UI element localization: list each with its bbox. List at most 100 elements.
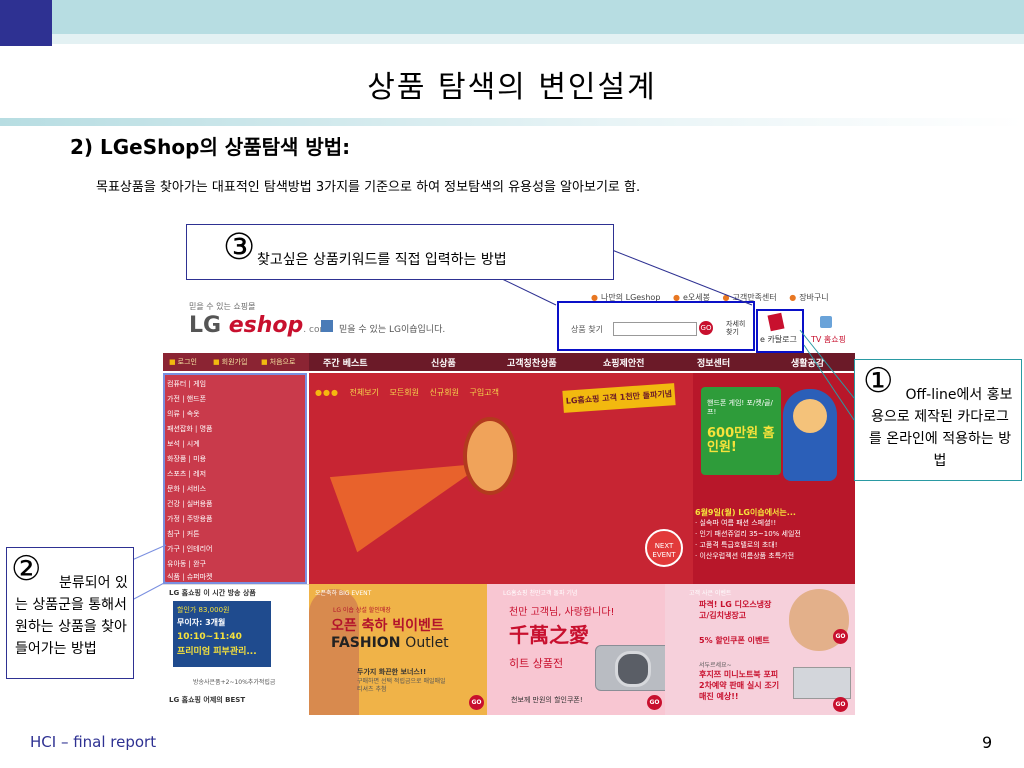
hurry-text: 서두르세요~ [699, 662, 732, 669]
callout-keyword-search: ③ 찾고싶은 상품키워드를 직접 입력하는 방법 [186, 224, 614, 280]
slide-top-band-light [52, 34, 1024, 44]
search-go-button[interactable]: GO [699, 321, 713, 335]
event-title: 천만 고객님, 사랑합니다! [509, 607, 615, 618]
slide-title: 상품 탐색의 변인설계 [367, 70, 657, 105]
banner-tab-new-members[interactable]: 신규회원 [430, 388, 459, 397]
nav-login[interactable]: 로그인 [169, 357, 197, 367]
event-hanja-title: 千萬之愛 [509, 623, 589, 647]
e-catalog-link[interactable]: e 카탈로그 [760, 334, 797, 345]
event-tag: 고객 사은 이벤트 [689, 590, 732, 597]
banner-tab-buyers[interactable]: 구입고객 [470, 388, 499, 397]
category-item[interactable]: 가전 | 핸드폰 [167, 394, 206, 404]
detailed-search-link[interactable]: 자세히 찾기 [726, 320, 750, 336]
callout-catalog: ① Off-line에서 홍보용으로 제작된 카다로그를 온라인에 적용하는 방… [854, 359, 1022, 481]
live-installment: 무이자: 3개월 [177, 618, 226, 627]
category-item[interactable]: 가정 | 주방용품 [167, 514, 212, 524]
event-bonus-desc: 구매하면 선택 적립금으로 매일매일 티셔츠 추첨 [357, 678, 446, 693]
category-item[interactable]: 의류 | 속옷 [167, 409, 200, 419]
slide-corner-block [0, 0, 52, 46]
camera-lens [615, 651, 651, 687]
promo-list: 6월9일(월) LG이숍에서는... · 실속파 여름 패션 스페셜!! · 인… [695, 507, 855, 562]
lgeshop-logo[interactable]: LG eshop. com [189, 313, 328, 338]
live-time: 10:10~11:40 [177, 632, 242, 642]
slide-title-underline-band [0, 118, 1024, 126]
callout-text: 분류되어 있는 상품군을 통해서 원하는 상품을 찾아 들어가는 방법 [15, 575, 128, 657]
lgeshop-screenshot: 믿을 수 있는 쇼핑몰 LG eshop. com 믿을 수 있는 LG이숍입니… [163, 289, 855, 715]
event-tag: 오픈축하 BIG EVENT [315, 590, 372, 597]
monitor-icon [321, 320, 333, 332]
nav-info-center[interactable]: 정보센터 [697, 356, 730, 369]
catalog-book-icon[interactable] [767, 312, 785, 332]
callout-text: Off-line에서 홍보용으로 제작된 카다로그를 온라인에 적용하는 방법 [868, 387, 1013, 469]
tv-home-shopping-link[interactable]: TV 홈쇼핑 [811, 334, 846, 345]
event-subtitle: LG 이숍 상설 할인매장 [333, 607, 391, 614]
category-item[interactable]: 스포츠 | 레저 [167, 469, 206, 479]
banner-tabs: ●●● 전체보기 모든회원 신규회원 구입고객 [315, 387, 507, 398]
category-item[interactable]: 유아동 | 완구 [167, 559, 206, 569]
category-item[interactable]: 식품 | 슈퍼마켓 [167, 572, 212, 582]
nav-customer-praise[interactable]: 고객칭찬상품 [507, 356, 557, 369]
nav-home[interactable]: 처음으로 [261, 357, 296, 367]
category-item[interactable]: 컴퓨터 | 게임 [167, 379, 206, 389]
category-item[interactable]: 건강 | 실버용품 [167, 499, 212, 509]
category-item[interactable]: 침구 | 커튼 [167, 529, 200, 539]
category-item[interactable]: 패션잡화 | 명품 [167, 424, 212, 434]
event-title: 오픈 축하 빅이벤트 [331, 618, 444, 634]
go-button[interactable]: GO [469, 695, 484, 710]
category-item[interactable]: 문화 | 서비스 [167, 484, 206, 494]
promo-small-text: 핸드폰 게임! 포/켓/골/프! [707, 399, 773, 416]
coupon-text: 천보께 만원의 할인쿠폰! [511, 696, 583, 704]
go-button[interactable]: GO [833, 629, 848, 644]
promo-list-item[interactable]: · 이산우럽젝션 여름상품 초특가전 [695, 551, 855, 562]
megaphone-bell [463, 417, 517, 495]
hit-product-text: 히트 상품전 [509, 657, 564, 670]
page-number: 9 [982, 733, 993, 752]
go-button[interactable]: GO [833, 697, 848, 712]
promo-big-text: 600만원 홈인원! [707, 426, 775, 455]
banner-tab-all-members[interactable]: 모든회원 [390, 388, 419, 397]
promo-list-item[interactable]: · 인기 패션쥬얼리 35~10% 세일전 [695, 529, 855, 540]
nav-new-products[interactable]: 신상품 [431, 356, 456, 369]
dots-icon: ●●● [315, 388, 339, 397]
category-item[interactable]: 가구 | 인테리어 [167, 544, 212, 554]
nav-life[interactable]: 생활공감 [791, 356, 824, 369]
laptop-photo [793, 667, 851, 699]
callout-number: ③ [223, 227, 256, 268]
live-product: 프리미엄 피부관리... [177, 647, 257, 657]
fridge-event-title: 파격! LG 디오스냉장고/김치냉장고 [699, 600, 772, 620]
promo-list-item[interactable]: · 실속파 여름 패션 스페셜!! [695, 518, 855, 529]
connector-category-top [131, 544, 167, 561]
search-input[interactable] [613, 322, 697, 336]
slide-subtitle: 2) LGeShop의 상품탐색 방법: [70, 135, 351, 159]
nav-weekly-best[interactable]: 주간 베스트 [323, 356, 368, 369]
site-slogan: 믿을 수 있는 LG이숍입니다. [339, 325, 446, 335]
logo-tagline: 믿을 수 있는 쇼핑몰 [189, 302, 256, 311]
nav-shopping-proposal[interactable]: 쇼핑제안전 [603, 356, 644, 369]
callout-category-browse: ② 분류되어 있는 상품군을 통해서 원하는 상품을 찾아 들어가는 방법 [6, 547, 134, 679]
event-tag: LG홈쇼핑 천만고객 돌파 기념 [503, 590, 578, 597]
callout-text: 찾고싶은 상품키워드를 직접 입력하는 방법 [257, 252, 507, 268]
fashion-outlet-text: FASHION Outlet [331, 635, 449, 651]
live-bonus: 방송사은품+2~10%추가적립금 [193, 679, 276, 686]
next-event-button[interactable]: NEXT EVENT [645, 529, 683, 567]
logo-eshop: eshop [228, 313, 304, 338]
go-button[interactable]: GO [647, 695, 662, 710]
tv-icon[interactable] [820, 316, 832, 328]
category-item[interactable]: 보석 | 시계 [167, 439, 200, 449]
promo-list-item[interactable]: · 고품격 특급호텔로의 초대! [695, 540, 855, 551]
footer-report-title: HCI – final report [30, 733, 157, 751]
connector-category-bottom [131, 581, 167, 601]
live-price: 할인가 83,000원 [177, 606, 230, 614]
top-link-cart[interactable]: 장바구니 [789, 293, 828, 302]
banner-tab-all[interactable]: 전체보기 [350, 388, 379, 397]
category-item[interactable]: 화장품 | 미용 [167, 454, 206, 464]
cartoon-character-face [793, 399, 827, 433]
nav-signup[interactable]: 회원가입 [213, 357, 248, 367]
notebook-event-text: 후지쯔 미니노트북 포피 2차예약 판매 실시 조기매진 예상!! [699, 670, 780, 701]
promo-list-heading: 6월9일(월) LG이숍에서는... [695, 508, 796, 517]
logo-lg: LG [189, 313, 229, 338]
event-bonus-title: 두가지 화끈한 보너스!! [357, 668, 427, 676]
coupon-event-text: 5% 할인쿠폰 이벤트 [699, 636, 770, 645]
slide-description: 목표상품을 찾아가는 대표적인 탐색방법 3가지를 기준으로 하여 정보탐색의 … [96, 180, 641, 195]
yesterday-best-title[interactable]: LG 홈쇼핑 어제의 BEST [169, 695, 245, 705]
